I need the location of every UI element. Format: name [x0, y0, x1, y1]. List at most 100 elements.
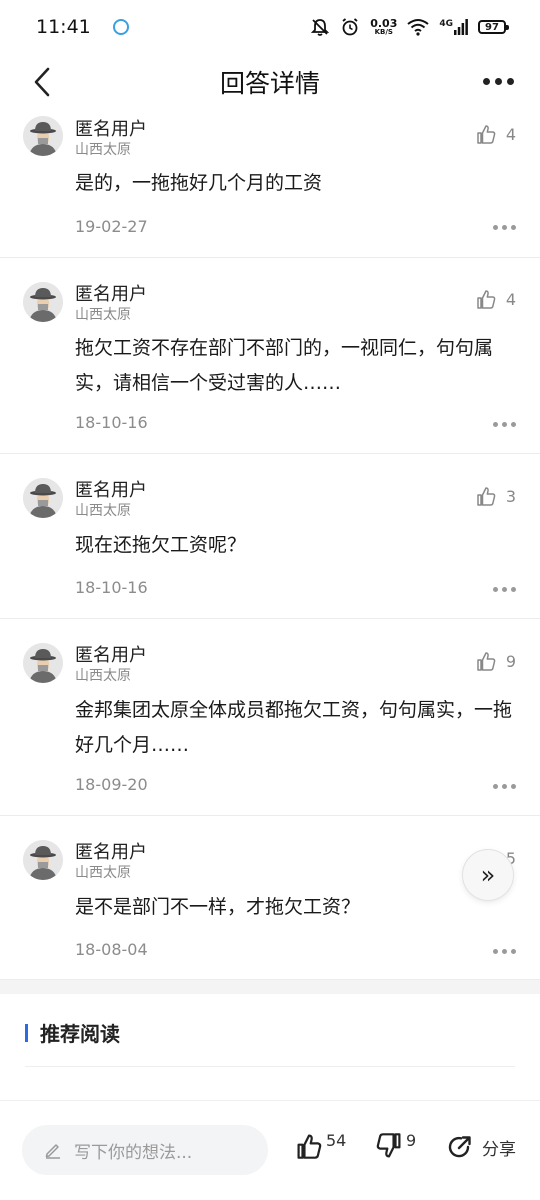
answer-date: 18-10-16	[75, 413, 148, 432]
comment-input[interactable]: 写下你的想法...	[22, 1125, 268, 1175]
network-speed: 0.03 KB/S	[370, 18, 397, 36]
more-dot-icon	[502, 949, 507, 954]
like-button[interactable]: 9	[476, 651, 516, 671]
answer-date: 19-02-27	[75, 217, 148, 236]
user-name: 匿名用户	[75, 842, 147, 863]
like-count: 3	[505, 486, 516, 506]
more-dot-icon	[494, 77, 502, 85]
more-dot-icon	[493, 949, 498, 954]
page-title: 回答详情	[219, 69, 320, 98]
thumbs-down-icon	[376, 1133, 401, 1158]
more-dot-icon	[511, 784, 516, 789]
battery-icon: 97	[478, 20, 509, 34]
like-count: 9	[505, 651, 516, 671]
avatar	[23, 643, 63, 683]
user-location: 山西太原	[75, 307, 131, 323]
avatar	[23, 282, 63, 322]
answer-more-button[interactable]	[493, 225, 516, 230]
user-name: 匿名用户	[75, 119, 147, 140]
app-notification-icon	[112, 19, 129, 35]
like-action-button[interactable]: 54	[296, 1131, 347, 1159]
anonymous-user-icon	[23, 643, 63, 683]
answer-text: 现在还拖欠工资呢？	[75, 534, 247, 556]
section-accent-bar	[25, 1024, 28, 1042]
dislike-total: 9	[406, 1131, 417, 1150]
more-dot-icon	[502, 422, 507, 427]
answer-item[interactable]: 匿名用户 山西太原 4 是的，一拖拖好几个月的工资 19-02-27	[0, 110, 540, 258]
thumbs-up-icon	[477, 290, 496, 309]
thumbs-up-icon	[297, 1134, 322, 1159]
answer-more-button[interactable]	[493, 587, 516, 592]
answer-more-button[interactable]	[493, 422, 516, 427]
user-name: 匿名用户	[75, 480, 147, 501]
thumbs-up-icon	[477, 487, 496, 506]
thumbs-up-icon	[477, 125, 496, 144]
avatar	[23, 478, 63, 518]
chevron-left-icon	[34, 67, 50, 97]
double-chevron-right-icon: »	[480, 861, 496, 889]
more-dot-icon	[502, 225, 507, 230]
share-icon	[448, 1136, 471, 1158]
wifi-icon	[407, 18, 429, 36]
answer-text: 拖欠工资不存在部门不部门的，一视同仁，句句属实，请相信一个受过害的人……	[75, 337, 494, 394]
avatar	[23, 840, 63, 880]
recommend-title: 推荐阅读	[40, 1022, 120, 1046]
more-options-button[interactable]	[478, 66, 518, 96]
like-button[interactable]: 4	[476, 124, 516, 144]
answer-more-button[interactable]	[493, 949, 516, 954]
like-button[interactable]: 3	[476, 486, 516, 506]
network-type: 4G	[439, 19, 453, 29]
more-dot-icon	[502, 784, 507, 789]
answer-text: 是的，一拖拖好几个月的工资	[75, 172, 323, 194]
answer-more-button[interactable]	[493, 784, 516, 789]
user-name: 匿名用户	[75, 284, 147, 305]
app-header: 回答详情	[0, 54, 540, 110]
more-dot-icon	[511, 949, 516, 954]
like-total: 54	[326, 1131, 347, 1150]
more-dot-icon	[493, 225, 498, 230]
expand-floating-button[interactable]: »	[462, 849, 514, 901]
cell-signal-icon: 4G	[439, 19, 468, 35]
thumbs-up-icon	[477, 652, 496, 671]
like-count: 4	[505, 124, 516, 144]
more-dot-icon	[511, 225, 516, 230]
answer-item[interactable]: 匿名用户 山西太原 4 拖欠工资不存在部门不部门的，一视同仁，句句属实，请相信一…	[0, 258, 540, 454]
avatar	[23, 116, 63, 156]
dislike-action-button[interactable]: 9	[376, 1131, 417, 1159]
user-location: 山西太原	[75, 503, 131, 519]
anonymous-user-icon	[23, 116, 63, 156]
more-dot-icon	[493, 784, 498, 789]
share-label: 分享	[482, 1139, 516, 1160]
anonymous-user-icon	[23, 840, 63, 880]
more-dot-icon	[482, 77, 490, 85]
anonymous-user-icon	[23, 282, 63, 322]
recommend-section: 推荐阅读	[0, 994, 540, 1104]
more-dot-icon	[511, 422, 516, 427]
mute-bell-icon	[310, 17, 330, 37]
more-dot-icon	[506, 77, 514, 85]
pencil-icon	[45, 1144, 60, 1159]
answer-date: 18-10-16	[75, 578, 148, 597]
anonymous-user-icon	[23, 478, 63, 518]
answer-list: 匿名用户 山西太原 4 是的，一拖拖好几个月的工资 19-02-27 匿名用户 …	[0, 110, 540, 980]
answer-item[interactable]: 匿名用户 山西太原 3 现在还拖欠工资呢？ 18-10-16	[0, 454, 540, 619]
network-speed-unit: KB/S	[374, 28, 393, 36]
status-icons: 0.03 KB/S 4G 97	[310, 17, 509, 37]
section-divider	[0, 980, 540, 994]
divider	[25, 1066, 515, 1067]
more-dot-icon	[511, 587, 516, 592]
status-bar: 11:41 0.03 KB/S 4G 97	[0, 0, 540, 54]
user-location: 山西太原	[75, 668, 131, 684]
alarm-clock-icon	[340, 17, 360, 37]
share-button[interactable]: 分享	[446, 1133, 516, 1161]
answer-item[interactable]: 匿名用户 山西太原 5 是不是部门不一样，才拖欠工资？ 18-08-04	[0, 816, 540, 980]
user-name: 匿名用户	[75, 645, 147, 666]
comment-placeholder: 写下你的想法...	[74, 1142, 193, 1163]
user-location: 山西太原	[75, 142, 131, 158]
back-button[interactable]	[24, 64, 60, 100]
like-button[interactable]: 4	[476, 289, 516, 309]
like-count: 4	[505, 289, 516, 309]
answer-date: 18-08-04	[75, 940, 148, 959]
user-location: 山西太原	[75, 865, 131, 881]
answer-item[interactable]: 匿名用户 山西太原 9 金邦集团太原全体成员都拖欠工资，句句属实，一拖好几个月……	[0, 619, 540, 816]
